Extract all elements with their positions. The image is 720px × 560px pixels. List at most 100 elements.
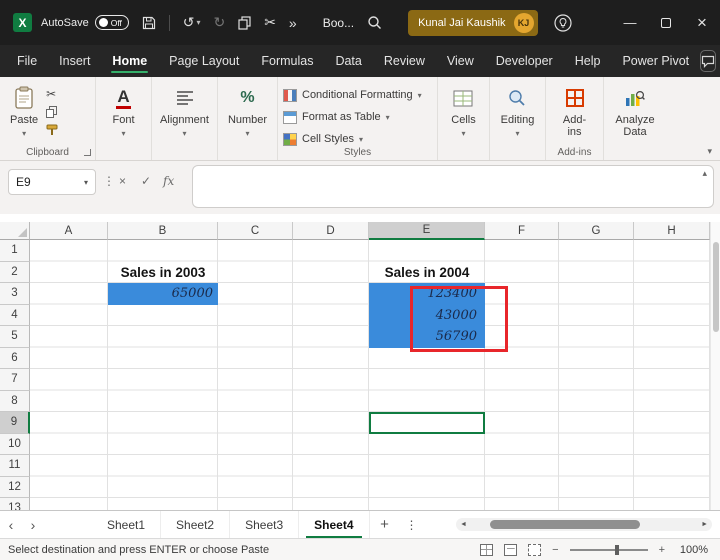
font-menu-button[interactable]: A Font ▾ [107,82,139,141]
zoom-out-button[interactable]: − [552,544,558,556]
column-header-d[interactable]: D [293,222,369,240]
sheet-tab-sheet1[interactable]: Sheet1 [92,511,162,538]
cut-button[interactable]: ✂ [46,88,58,100]
tab-formulas[interactable]: Formulas [250,45,324,77]
redo-button[interactable]: ↻ [213,14,225,31]
row-header-8[interactable]: 8 [0,390,30,412]
lightbulb-icon[interactable] [553,13,572,32]
zoom-in-button[interactable]: + [659,544,665,556]
row-header-6[interactable]: 6 [0,347,30,369]
column-header-c[interactable]: C [218,222,293,240]
column-header-a[interactable]: A [30,222,108,240]
column-header-f[interactable]: F [485,222,559,240]
insert-function-button[interactable]: fx [163,174,174,188]
page-break-view-icon[interactable] [528,543,542,556]
number-menu-button[interactable]: % Number ▾ [223,82,272,141]
column-header-b[interactable]: B [108,222,218,240]
tab-power-pivot[interactable]: Power Pivot [611,45,700,77]
cell-b3[interactable]: 65000 [108,283,218,305]
formula-bar-drag-handle[interactable]: ⋮ [103,174,115,188]
scroll-right-icon[interactable]: ► [701,521,708,528]
select-all-corner[interactable] [0,222,30,240]
conditional-formatting-button[interactable]: Conditional Formatting ▾ [283,86,422,104]
sheet-nav-next-icon[interactable]: › [22,511,44,538]
row-header-10[interactable]: 10 [0,433,30,455]
sheet-tab-sheet2[interactable]: Sheet2 [161,511,231,538]
cell-styles-button[interactable]: Cell Styles ▾ [283,130,422,148]
sheet-tab-sheet3[interactable]: Sheet3 [230,511,300,538]
row-header-13[interactable]: 13 [0,498,30,510]
copy-button[interactable] [46,106,58,118]
format-as-table-button[interactable]: Format as Table ▾ [283,108,422,126]
quick-access-overflow-icon[interactable]: » [289,15,297,31]
tab-review[interactable]: Review [373,45,436,77]
zoom-slider[interactable] [569,544,648,555]
undo-button[interactable]: ↺ ▾ [183,14,201,31]
sheet-nav-prev-icon[interactable]: ‹ [0,511,22,538]
tab-data[interactable]: Data [324,45,372,77]
clipboard-dialog-launcher-icon[interactable] [84,149,91,156]
row-header-9[interactable]: 9 [0,412,30,434]
workbook-title[interactable]: Boo... [323,16,354,30]
row-header-1[interactable]: 1 [0,240,30,262]
avatar[interactable]: KJ [513,12,534,33]
cell-b2[interactable]: Sales in 2003 [108,262,218,284]
column-header-e[interactable]: E [369,222,485,240]
minimize-button[interactable]: — [612,0,648,45]
paste-button[interactable]: Paste ▾ [5,82,43,141]
row-header-7[interactable]: 7 [0,369,30,391]
tab-file[interactable]: File [6,45,48,77]
normal-view-icon[interactable] [480,543,494,556]
cell-e2[interactable]: Sales in 2004 [369,262,485,284]
search-icon[interactable] [367,15,382,30]
row-header-2[interactable]: 2 [0,261,30,283]
cut-icon[interactable]: ✂ [264,14,276,31]
tab-developer[interactable]: Developer [485,45,564,77]
cells-menu-button[interactable]: Cells ▾ [446,82,480,141]
selected-cell-e9[interactable] [369,412,485,434]
tab-view[interactable]: View [436,45,485,77]
editing-menu-button[interactable]: Editing ▾ [496,82,540,141]
zoom-slider-thumb[interactable] [614,544,619,555]
autosave-toggle[interactable]: Off [94,15,129,30]
paste-dropdown-icon[interactable]: ▾ [22,129,26,138]
undo-dropdown-icon[interactable]: ▾ [196,18,200,27]
all-sheets-menu-icon[interactable]: ⋮ [400,511,424,538]
comments-button[interactable] [700,50,717,72]
vertical-scrollbar-thumb[interactable] [713,242,719,332]
column-header-g[interactable]: G [559,222,634,240]
cancel-entry-button[interactable]: × [119,174,126,188]
addins-button[interactable]: Add-ins [551,82,598,141]
excel-logo-icon[interactable]: X [13,13,32,32]
name-box[interactable]: E9 ▾ [8,169,96,195]
maximize-button[interactable] [648,0,684,45]
cells-area[interactable]: Sales in 2003 65000 Sales in 2004 123400… [30,240,710,510]
name-box-dropdown-icon[interactable]: ▾ [84,178,88,187]
confirm-entry-button[interactable]: ✓ [141,174,151,188]
format-painter-button[interactable] [46,124,58,136]
row-header-5[interactable]: 5 [0,326,30,348]
analyze-data-button[interactable]: Analyze Data [609,82,661,141]
row-header-4[interactable]: 4 [0,304,30,326]
row-header-11[interactable]: 11 [0,455,30,477]
alignment-menu-button[interactable]: Alignment ▾ [155,82,214,141]
scroll-left-icon[interactable]: ◄ [460,521,467,528]
new-sheet-button[interactable]: + [370,511,400,538]
copy-icon[interactable] [238,15,251,30]
horizontal-scrollbar-thumb[interactable] [490,520,640,529]
tab-page-layout[interactable]: Page Layout [158,45,250,77]
save-icon[interactable] [142,16,156,30]
tab-help[interactable]: Help [564,45,612,77]
vertical-scrollbar[interactable] [710,222,720,510]
zoom-level[interactable]: 100% [676,544,708,556]
formula-input[interactable] [192,165,714,208]
tab-insert[interactable]: Insert [48,45,101,77]
row-header-12[interactable]: 12 [0,476,30,498]
account-badge[interactable]: Kunal Jai Kaushik KJ [408,9,538,36]
page-layout-view-icon[interactable] [504,543,518,556]
sheet-tab-sheet4[interactable]: Sheet4 [299,511,370,538]
collapse-ribbon-icon[interactable]: ▾ [707,146,712,157]
tab-home[interactable]: Home [101,45,158,77]
column-header-h[interactable]: H [634,222,710,240]
close-button[interactable]: × [684,0,720,45]
